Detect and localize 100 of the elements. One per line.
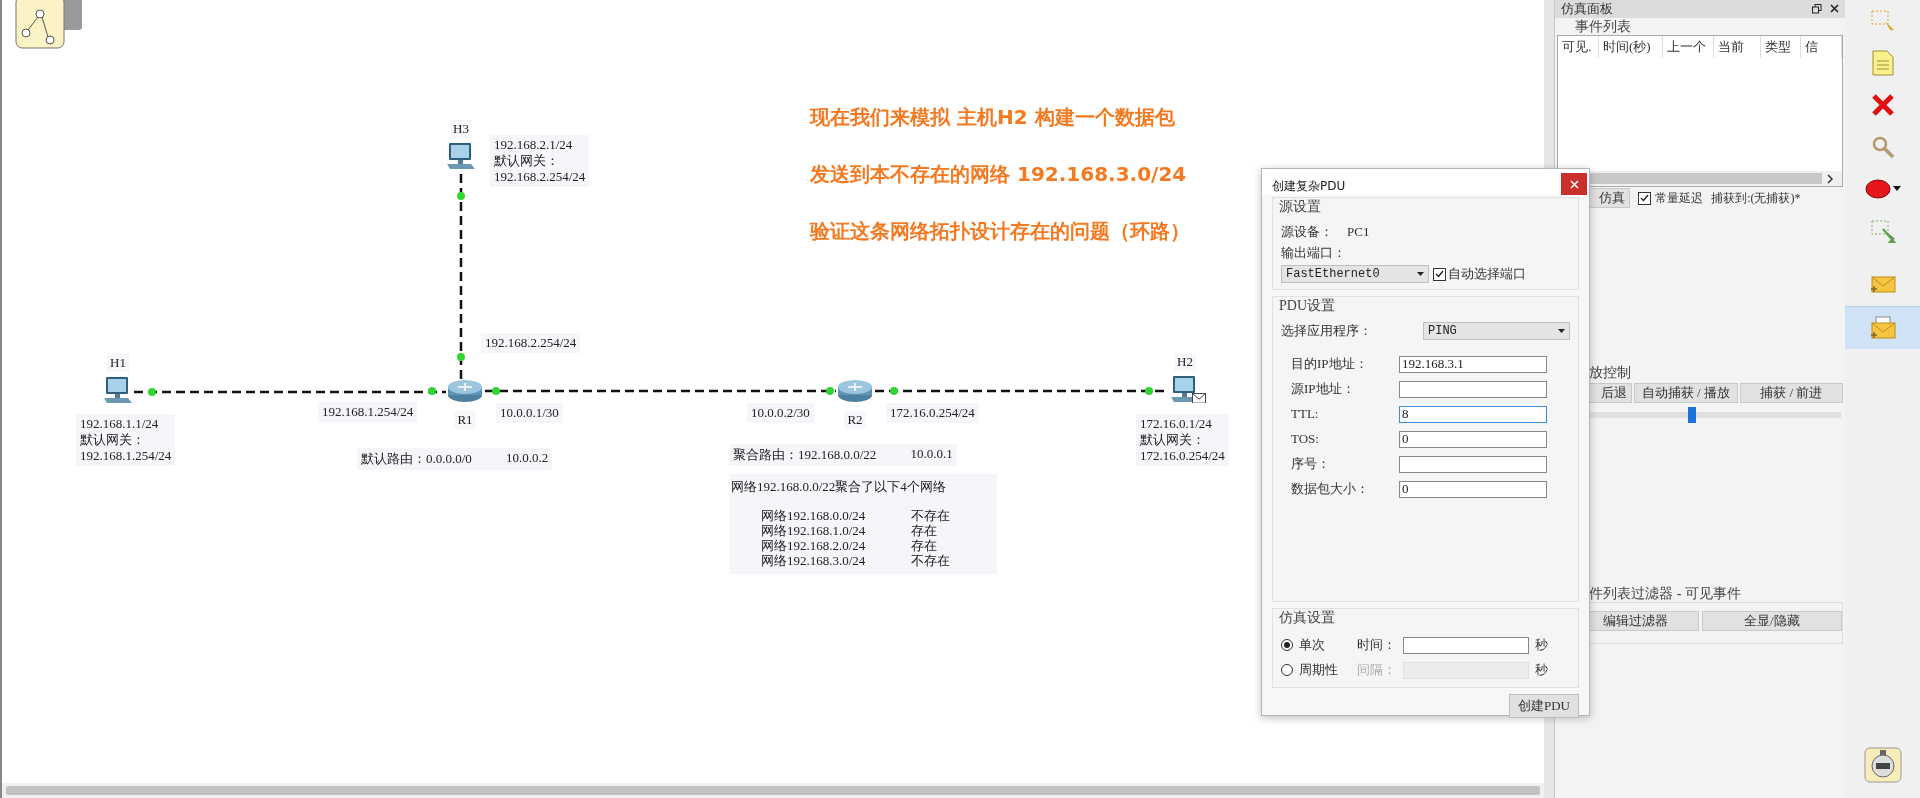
input-field[interactable] (1399, 380, 1547, 398)
note-text: 10.0.0.1 (910, 446, 953, 463)
link-light (1145, 387, 1153, 395)
caption-text: 现在我们来模拟 主机H2 构建一个数据包 (810, 104, 1175, 131)
panel-title: 仿真面板 (1561, 0, 1614, 18)
note-text: 10.0.0.1/30 (496, 403, 563, 423)
note-text: 172.16.0.1/24 默认网关： 172.16.0.254/24 (1136, 414, 1229, 466)
create-pdu-button[interactable]: 创建PDU (1509, 694, 1579, 718)
caption-text: 验证这条网络拓扑设计存在的问题（环路） (810, 218, 1190, 245)
radio-button[interactable] (1281, 639, 1293, 651)
device-label: H1 (107, 354, 129, 372)
envelope-icon[interactable] (1869, 316, 1896, 340)
device-label: H3 (450, 120, 472, 138)
input-field[interactable]: 192.168.3.1 (1399, 355, 1547, 373)
checkbox-label: 自动选择端口 (1448, 265, 1526, 283)
application-dropdown[interactable]: PING (1423, 322, 1570, 340)
note-text: 192.168.2.1/24 默认网关： 192.168.2.254/24 (490, 135, 590, 187)
close-icon (1569, 179, 1579, 189)
field-label: TTL: (1291, 406, 1320, 422)
note-text: 默认路由：0.0.0.0/0 (361, 450, 472, 468)
resize-icon[interactable] (1869, 218, 1896, 244)
note-text: 192.168.1.1/24 默认网关： 192.168.1.254/24 (76, 414, 176, 466)
link-light (457, 192, 465, 200)
dialog-title: 创建复杂PDU (1272, 178, 1346, 195)
caption-text: 发送到本不存在的网络 192.168.3.0/24 (810, 161, 1187, 188)
group-title: 仿真设置 (1279, 609, 1336, 627)
ellipse-icon[interactable] (1864, 179, 1891, 199)
group-title: PDU设置 (1279, 297, 1336, 315)
envelope-icon[interactable] (1869, 276, 1896, 294)
note-text: 172.16.0.254/24 (886, 403, 979, 423)
column-header[interactable]: 信 (1801, 36, 1843, 58)
column-header[interactable]: 上一个 (1662, 36, 1715, 58)
link-light (890, 387, 898, 395)
column-header[interactable]: 类型 (1760, 36, 1802, 58)
field-label: 源IP地址： (1291, 380, 1356, 398)
slider-thumb[interactable] (1687, 407, 1696, 423)
input-field[interactable]: 8 (1399, 405, 1547, 423)
column-header[interactable]: 可见. (1558, 36, 1599, 58)
checkbox-label: 常量延迟 (1655, 189, 1704, 207)
close-button[interactable] (1561, 173, 1587, 195)
chevron-right-icon[interactable] (1826, 173, 1835, 184)
network-text: 网络192.168.2.0/24 (761, 538, 867, 553)
playback-button[interactable]: 自动捕获 / 播放 (1634, 383, 1738, 403)
magnifier-icon[interactable] (1870, 135, 1895, 159)
field-label: 序号： (1291, 455, 1331, 473)
link-light (148, 388, 156, 396)
input-field[interactable]: 0 (1399, 430, 1547, 448)
status-text: 不存在 (911, 553, 951, 568)
field-label: 目的IP地址： (1291, 355, 1369, 373)
field-label: TOS: (1291, 431, 1320, 447)
note-text: 10.0.0.2/30 (747, 403, 814, 423)
column-header[interactable]: 当前 (1714, 36, 1761, 58)
column-header[interactable]: 时间(秒) (1598, 36, 1663, 58)
group-title: 事件列表 (1574, 18, 1633, 35)
field-label: 时间： (1357, 636, 1397, 654)
scrollbar-thumb[interactable] (6, 786, 1541, 795)
field-label: 间隔： (1357, 661, 1397, 679)
playback-button[interactable]: 捕获 / 前进 (1739, 383, 1844, 403)
note-text: 10.0.0.2 (505, 450, 549, 467)
unit-label: 秒 (1535, 636, 1548, 654)
restore-icon[interactable] (1812, 4, 1823, 14)
network-text: 网络192.168.3.0/24 (761, 553, 867, 568)
group-title: 放控制 (1588, 364, 1633, 381)
checkbox[interactable] (1433, 267, 1446, 281)
unit-label: 秒 (1535, 661, 1548, 679)
field-label: 输出端口： (1281, 244, 1346, 262)
status-text: 存在 (911, 523, 938, 538)
topology-drawing[interactable] (14, 0, 84, 50)
device-label: R2 (844, 411, 866, 429)
input-field[interactable] (1403, 636, 1529, 654)
x-mark-icon[interactable] (1870, 93, 1895, 117)
network-text: 网络192.168.0.0/24 (761, 508, 867, 523)
field-label: 数据包大小： (1291, 480, 1370, 498)
note-text: 聚合路由：192.168.0.0/22 (733, 446, 877, 464)
port-dropdown[interactable]: FastEthernet0 (1281, 265, 1429, 283)
device-label: R1 (454, 411, 476, 429)
caret-icon[interactable] (1892, 186, 1901, 192)
radio-label: 单次 (1299, 636, 1326, 654)
device-value: PC1 (1347, 224, 1370, 240)
field-label: 源设备： (1281, 223, 1333, 241)
status-text: 不存在 (911, 508, 951, 523)
note-text: 192.168.1.254/24 (318, 402, 418, 422)
link-light (826, 387, 834, 395)
note-text: 192.168.2.254/24 (481, 333, 581, 353)
capture-status: 捕获到:(无捕获)* (1711, 189, 1801, 207)
input-field[interactable]: 0 (1399, 480, 1547, 498)
device-label: H2 (1174, 353, 1196, 371)
input-field[interactable] (1399, 455, 1547, 473)
filter-button[interactable]: 全显/隐藏 (1701, 611, 1843, 631)
stopwatch-icon[interactable] (1862, 744, 1903, 784)
close-icon[interactable] (1830, 4, 1840, 13)
link-light (492, 387, 500, 395)
caret-icon (1558, 329, 1565, 333)
group-title: 件列表过滤器 - 可见事件 (1588, 585, 1742, 602)
checkbox[interactable] (1638, 191, 1652, 205)
caret-icon (1417, 272, 1424, 276)
radio-label: 周期性 (1299, 661, 1339, 679)
group-title: 源设置 (1279, 198, 1322, 216)
field-label: 选择应用程序： (1281, 322, 1373, 340)
status-text: 存在 (911, 538, 938, 553)
